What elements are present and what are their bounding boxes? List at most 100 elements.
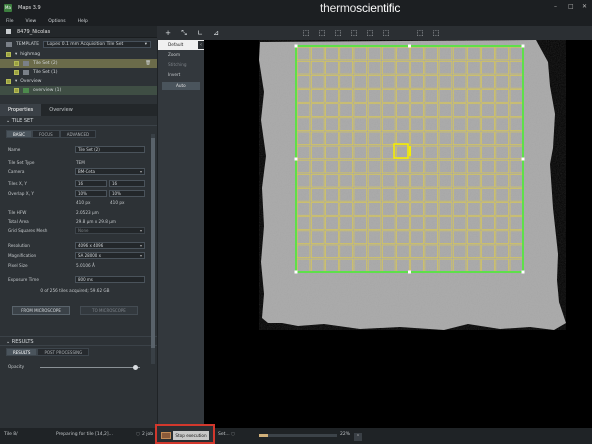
tiles-acquired-text: 0 of 256 tiles acquired; 59.62 GB [40,288,110,293]
tool-icon[interactable]: ⬚ [363,27,377,39]
scrollbar-thumb[interactable] [151,138,155,348]
project-icon [6,29,11,34]
resize-handle[interactable] [294,270,298,274]
stop-execution-button[interactable]: Stop execution [173,431,209,440]
template-label: TEMPLATE [16,41,40,47]
camera-select[interactable]: BM-Ceta ▾ [75,168,145,175]
collapse-icon[interactable]: ▾ [15,52,17,57]
subtab-results[interactable]: RESULTS [6,348,38,356]
template-select[interactable]: Lopes 0.1 mm Acquisition Tile Set ▾ [43,40,151,48]
from-microscope-button[interactable]: FROM MICROSCOPE [12,306,70,315]
visibility-checkbox[interactable] [14,88,19,93]
tree-item-tile-set-1[interactable]: Tile Set (1) [0,68,157,77]
window-title: Maps 3.9 [18,5,41,11]
tree-item-overview[interactable]: ▾ Overview [0,77,157,86]
collapse-icon[interactable]: ▾ [15,79,17,84]
tool-icon[interactable]: ⬚ [299,27,313,39]
subtab-post-processing[interactable]: POST PROCESSING [37,348,90,356]
resize-handle[interactable] [294,44,298,48]
tiles-y-input[interactable]: 16 [109,180,145,187]
results-section-header[interactable]: ⌄ RESULTS [0,336,157,346]
subtab-advanced[interactable]: ADVANCED [59,130,97,138]
tool-icon[interactable]: ⬚ [347,27,361,39]
exposure-input[interactable]: 800 ms [75,276,145,283]
chevron-up-icon[interactable]: ⌃ [354,433,362,441]
menu-options[interactable]: Options [48,19,65,24]
overlap-row: Overlap X, Y 10% 10% [0,190,150,199]
resize-handle[interactable] [521,270,525,274]
chevron-down-icon: ▾ [139,253,142,258]
grid-mesh-row: Grid Squares Mesh None ▾ [0,227,150,236]
angle-icon[interactable]: ∟ [193,27,207,39]
resize-handle[interactable] [521,157,525,161]
area-value: 29.8 µm x 29.8 µm [76,219,116,224]
brand-logo: thermoscientific [320,1,401,15]
subtab-focus[interactable]: FOCUS [32,130,60,138]
overlap-y-input[interactable]: 10% [109,190,145,197]
sample-view[interactable] [204,40,592,428]
tool-icon[interactable]: ⬚ [413,27,427,39]
current-tile-handle [409,146,411,156]
status-zoom: 22% [340,432,351,437]
menu-help[interactable]: Help [78,19,88,24]
visibility-checkbox[interactable] [6,79,11,84]
tool-icon[interactable]: ⬚ [379,27,393,39]
move-icon[interactable]: + [161,27,175,39]
tab-properties[interactable]: Properties [0,104,42,116]
visibility-checkbox[interactable] [14,61,19,66]
tool-icon[interactable]: ⬚ [315,27,329,39]
hfw-value: 2.0523 µm [76,210,99,215]
name-input[interactable]: Tile Set (2) [75,146,145,153]
resize-handle[interactable] [521,44,525,48]
tiles-x-input[interactable]: 16 [75,180,107,187]
project-name: 8479_Nicolas [17,28,51,35]
visibility-checkbox[interactable] [14,70,19,75]
resolution-select[interactable]: 4096 x 4096 ▾ [75,242,145,249]
status-jobs: 2 job [142,432,154,437]
layer-zoom[interactable]: Zoom [158,50,204,60]
opacity-slider[interactable] [40,365,140,370]
menu-file[interactable]: File [6,19,14,24]
resize-handle[interactable] [294,157,298,161]
folder-icon [6,41,12,47]
overlap-x-input[interactable]: 10% [75,190,107,197]
menu-view[interactable]: View [26,19,37,24]
layer-invert[interactable]: Invert [158,70,204,80]
close-icon[interactable]: ✕ [582,4,588,10]
status-set: Set... [218,432,230,437]
measure-icon[interactable]: ⊿ [209,27,223,39]
maximize-icon[interactable]: □ [568,4,574,10]
properties-scrollbar[interactable] [151,134,155,364]
subtab-basic[interactable]: BASIC [6,130,32,138]
tile-type-value: TEM [76,160,85,165]
tile-set-section-header[interactable]: ⌄ TILE SET [0,116,157,126]
resolution-row: Resolution 4096 x 4096 ▾ [0,242,150,251]
magnification-row: Magnification SA 28000 x ▾ [0,252,150,261]
magnification-select[interactable]: SA 28000 x ▾ [75,252,145,259]
opacity-slider-handle[interactable] [132,365,138,370]
tool-icon[interactable]: ⬚ [331,27,345,39]
auto-button[interactable]: Auto [162,82,200,90]
tree-item-highmag[interactable]: ▾ highmag [0,50,157,59]
tree-item-overview-1[interactable]: overview (1) [0,86,157,95]
status-spinner-icon: ◌ [231,432,235,437]
image-canvas[interactable] [204,40,592,428]
visibility-checkbox[interactable] [6,52,11,57]
title-bar: Ma Maps 3.9 thermoscientific – □ ✕ [0,0,592,16]
minimize-icon[interactable]: – [554,4,560,10]
tree-item-tile-set-2[interactable]: Tile Set (2) 🗑 [0,59,157,68]
select-icon[interactable]: ⤡ [177,27,191,39]
resize-handle[interactable] [408,44,411,48]
tab-overview[interactable]: Overview [41,104,81,116]
resize-handle[interactable] [408,270,411,274]
template-row: TEMPLATE Lopes 0.1 mm Acquisition Tile S… [0,38,157,50]
execution-progress [259,434,337,437]
overlap-px-y: 410 px [110,200,125,205]
stop-execution-highlight: Stop execution [155,424,215,444]
chevron-down-icon: ▾ [139,243,142,248]
trash-icon[interactable]: 🗑 [145,61,151,66]
canvas-toolbar: + ⤡ ∟ ⊿ ⬚ ⬚ ⬚ ⬚ ⬚ ⬚ ⬚ ⬚ [157,26,592,39]
overlap-px-row: 410 px 410 px [0,199,150,208]
layer-panel: Default Zoom Stitching Invert Auto ‹ [157,40,204,428]
tool-icon[interactable]: ⬚ [429,27,443,39]
